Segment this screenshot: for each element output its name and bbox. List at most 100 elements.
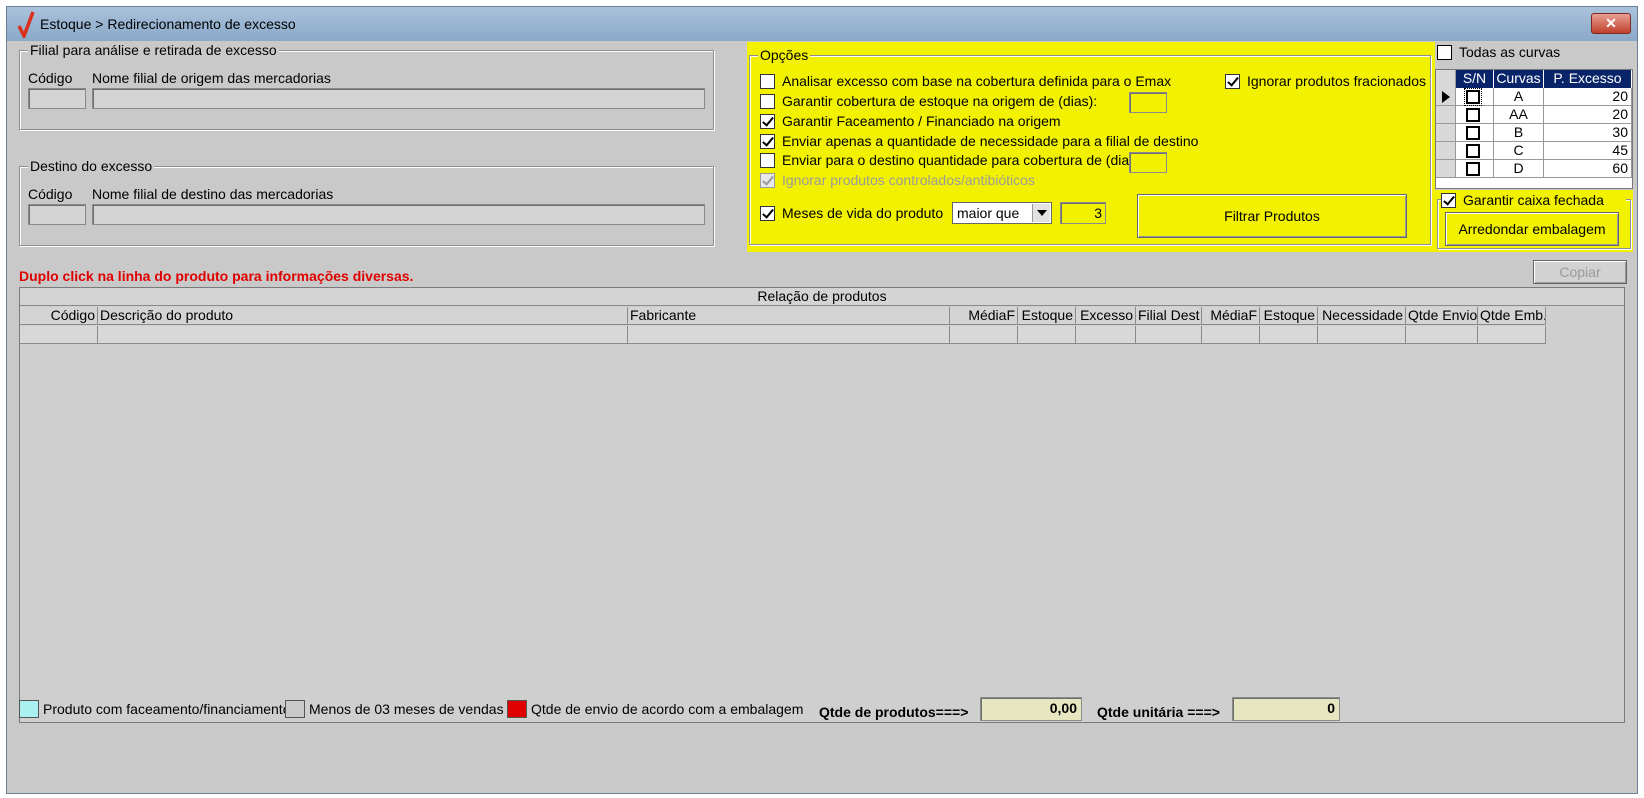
curve-c-name[interactable]: C: [1494, 142, 1544, 160]
col-media-origin[interactable]: MédiaF: [950, 307, 1018, 325]
curve-d-checkbox[interactable]: [1466, 162, 1480, 176]
table-row[interactable]: [1478, 326, 1546, 344]
analyze-emax-checkbox[interactable]: Analisar excesso com base na cobertura d…: [760, 73, 1180, 91]
curves-header-curve: Curvas: [1494, 70, 1544, 88]
main-window: Estoque > Redirecionamento de excesso ✕ …: [6, 6, 1638, 794]
curve-a-excess[interactable]: 20: [1544, 88, 1632, 106]
curve-b-excess[interactable]: 30: [1544, 124, 1632, 142]
col-media-dest[interactable]: MédiaF: [1202, 307, 1260, 325]
shelf-life-box[interactable]: [760, 206, 775, 221]
shelf-life-checkbox[interactable]: Meses de vida do produto: [760, 205, 960, 223]
destination-name-field[interactable]: [92, 204, 705, 225]
copy-button[interactable]: Copiar: [1533, 260, 1627, 284]
table-row[interactable]: [1260, 326, 1318, 344]
closed-box-box[interactable]: [1441, 193, 1456, 208]
curves-header-excess: P. Excesso: [1544, 70, 1632, 88]
col-need[interactable]: Necessidade: [1318, 307, 1406, 325]
curve-c-checkbox[interactable]: [1466, 144, 1480, 158]
closed-box-checkbox[interactable]: Garantir caixa fechada: [1441, 192, 1626, 210]
curve-a-checkbox[interactable]: [1464, 88, 1482, 106]
all-curves-checkbox[interactable]: Todas as curvas: [1437, 44, 1637, 62]
table-row[interactable]: [1318, 326, 1406, 344]
col-description[interactable]: Descrição do produto: [98, 307, 628, 325]
curve-b-sn[interactable]: [1456, 124, 1494, 142]
send-coverage-checkbox[interactable]: Enviar para o destino quantidade para co…: [760, 152, 1145, 170]
products-table[interactable]: Relação de produtos Código Descrição do …: [19, 287, 1625, 723]
curve-d-excess[interactable]: 60: [1544, 160, 1632, 178]
red-check-icon: [17, 11, 35, 38]
facing-swatch: [19, 700, 39, 718]
curve-a-name[interactable]: A: [1494, 88, 1544, 106]
curve-aa-checkbox[interactable]: [1466, 108, 1480, 122]
round-packaging-button[interactable]: Arredondar embalagem: [1445, 212, 1619, 246]
table-row[interactable]: [950, 326, 1018, 344]
close-button[interactable]: ✕: [1591, 13, 1631, 34]
origin-legend: Filial para análise e retirada de excess…: [28, 42, 279, 58]
table-row[interactable]: [1076, 326, 1136, 344]
send-coverage-box[interactable]: [760, 153, 775, 168]
destination-name-label: Nome filial de destino das mercadorias: [92, 186, 334, 202]
guarantee-origin-days-field[interactable]: [1129, 92, 1167, 113]
shelf-life-months-field[interactable]: 3: [1060, 202, 1106, 224]
ignore-controlled-box: [760, 173, 775, 188]
unit-qty-label: Qtde unitária ===>: [1097, 704, 1220, 720]
ignore-controlled-checkbox: Ignorar produtos controlados/antibiótico…: [760, 172, 1060, 190]
table-row[interactable]: [1406, 326, 1478, 344]
chevron-down-icon[interactable]: [1032, 204, 1050, 222]
table-row[interactable]: [1018, 326, 1076, 344]
curve-aa-name[interactable]: AA: [1494, 106, 1544, 124]
curve-aa-excess[interactable]: 20: [1544, 106, 1632, 124]
shelf-life-operator-select[interactable]: maior que: [952, 202, 1052, 224]
col-dest-branch[interactable]: Filial Dest: [1136, 307, 1202, 325]
origin-name-field[interactable]: [92, 88, 705, 109]
guarantee-origin-checkbox[interactable]: Garantir cobertura de estoque na origem …: [760, 93, 1120, 111]
col-stock-origin[interactable]: Estoque: [1018, 307, 1076, 325]
close-icon: ✕: [1605, 15, 1617, 31]
products-count-field: 0,00: [980, 697, 1082, 721]
row-indicator: [1436, 160, 1456, 178]
origin-name-label: Nome filial de origem das mercadorias: [92, 70, 331, 86]
curves-grid[interactable]: S/N Curvas P. Excesso A 20 AA 20 B 30 C …: [1435, 69, 1633, 189]
origin-code-field[interactable]: [28, 88, 86, 109]
col-pack-qty[interactable]: Qtde Emb.: [1478, 307, 1546, 325]
origin-group: Filial para análise e retirada de excess…: [19, 42, 714, 130]
title-bar[interactable]: Estoque > Redirecionamento de excesso ✕: [7, 7, 1637, 41]
filter-products-button[interactable]: Filtrar Produtos: [1137, 194, 1407, 238]
col-manufacturer[interactable]: Fabricante: [628, 307, 950, 325]
table-row[interactable]: [628, 326, 950, 344]
curves-corner: [1436, 70, 1456, 88]
curve-d-sn[interactable]: [1456, 160, 1494, 178]
curve-b-checkbox[interactable]: [1466, 126, 1480, 140]
all-curves-box[interactable]: [1437, 45, 1452, 60]
curve-b-name[interactable]: B: [1494, 124, 1544, 142]
curve-d-name[interactable]: D: [1494, 160, 1544, 178]
ignore-fractioned-box[interactable]: [1225, 74, 1240, 89]
curve-c-excess[interactable]: 45: [1544, 142, 1632, 160]
col-excess[interactable]: Excesso: [1076, 307, 1136, 325]
table-row[interactable]: [1136, 326, 1202, 344]
send-needed-only-box[interactable]: [760, 134, 775, 149]
table-row[interactable]: [20, 326, 98, 344]
guarantee-facing-box[interactable]: [760, 114, 775, 129]
table-row[interactable]: [1202, 326, 1260, 344]
curve-c-sn[interactable]: [1456, 142, 1494, 160]
curve-aa-sn[interactable]: [1456, 106, 1494, 124]
table-row[interactable]: [98, 326, 628, 344]
origin-code-label: Código: [28, 70, 73, 86]
row-indicator: [1436, 124, 1456, 142]
guarantee-facing-checkbox[interactable]: Garantir Faceamento / Financiado na orig…: [760, 113, 1080, 131]
curve-a-sn[interactable]: [1456, 88, 1494, 106]
col-send-qty[interactable]: Qtde Envio: [1406, 307, 1478, 325]
send-coverage-days-field[interactable]: [1129, 152, 1167, 173]
col-stock-dest[interactable]: Estoque: [1260, 307, 1318, 325]
destination-code-field[interactable]: [28, 204, 86, 225]
row-pointer-icon: [1442, 91, 1456, 103]
products-caption: Relação de produtos: [20, 288, 1624, 306]
less3-swatch: [285, 700, 305, 718]
analyze-emax-box[interactable]: [760, 74, 775, 89]
ignore-fractioned-checkbox[interactable]: Ignorar produtos fracionados: [1225, 73, 1426, 91]
guarantee-origin-box[interactable]: [760, 94, 775, 109]
packaging-panel: Garantir caixa fechada Arredondar embala…: [1435, 190, 1633, 252]
send-needed-only-checkbox[interactable]: Enviar apenas a quantidade de necessidad…: [760, 133, 1200, 151]
col-code[interactable]: Código: [20, 307, 98, 325]
